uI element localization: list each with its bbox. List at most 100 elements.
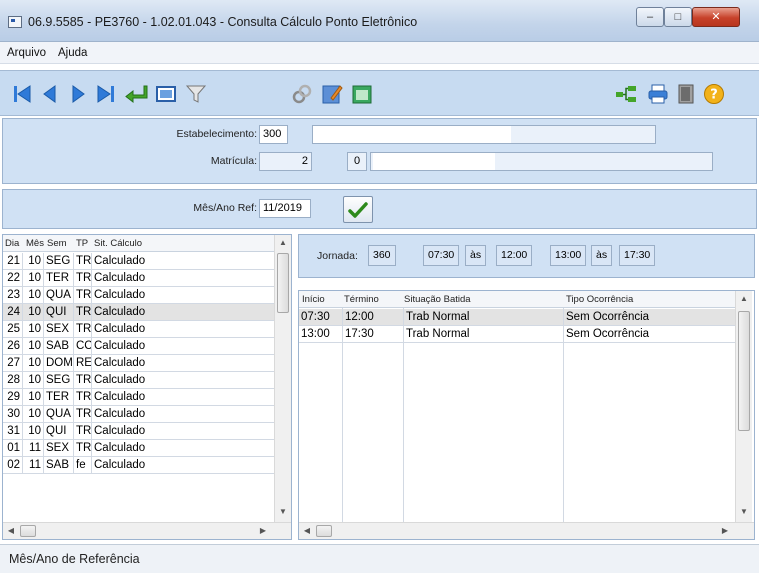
table-row[interactable]: 28 10 SEG TR Calculado xyxy=(3,372,275,389)
maximize-button[interactable]: □ xyxy=(664,7,692,27)
link-icon[interactable] xyxy=(288,80,316,108)
jornada-panel: Jornada: 360 07:30 às 12:00 13:00 às 17:… xyxy=(298,234,755,278)
days-grid-hscroll[interactable]: ◀ ▶ xyxy=(3,522,291,539)
table-cell: 01 xyxy=(3,440,23,456)
matricula-field[interactable]: 2 xyxy=(259,152,312,171)
mes-ano-label: Mês/Ano Ref: xyxy=(193,202,257,214)
col-inicio[interactable]: Início xyxy=(302,294,325,305)
table-cell: 10 xyxy=(23,321,44,337)
table-cell: 10 xyxy=(23,304,44,320)
reference-month-panel: Mês/Ano Ref: 11/2019 xyxy=(2,189,757,229)
col-situacao-batida[interactable]: Situação Batida xyxy=(404,294,471,305)
edit-icon[interactable] xyxy=(318,80,346,108)
table-cell: QUI xyxy=(44,304,74,320)
table-row[interactable]: 29 10 TER TR Calculado xyxy=(3,389,275,406)
table-row[interactable]: 22 10 TER TR Calculado xyxy=(3,270,275,287)
col-sit-calculo[interactable]: Sit. Cálculo xyxy=(94,238,142,249)
table-cell: 10 xyxy=(23,423,44,439)
scroll-down-icon[interactable]: ▼ xyxy=(736,504,752,520)
previous-record-icon[interactable] xyxy=(36,80,64,108)
table-cell: 10 xyxy=(23,355,44,371)
scroll-down-icon[interactable]: ▼ xyxy=(275,504,291,520)
table-row[interactable]: 23 10 QUA TR Calculado xyxy=(3,287,275,304)
close-button[interactable]: ✕ xyxy=(692,7,740,27)
punches-grid-vscroll[interactable]: ▲ ▼ xyxy=(735,291,752,522)
first-record-icon[interactable] xyxy=(8,80,36,108)
enter-icon[interactable] xyxy=(122,80,150,108)
table-cell: TR xyxy=(76,389,92,405)
svg-text:?: ? xyxy=(710,88,718,103)
scroll-up-icon[interactable]: ▲ xyxy=(275,235,291,251)
table-cell: 22 xyxy=(3,270,23,286)
filter-icon[interactable] xyxy=(182,80,210,108)
col-termino[interactable]: Término xyxy=(344,294,379,305)
table-row[interactable]: 26 10 SAB CC Calculado xyxy=(3,338,275,355)
days-grid-header: Dia Mês Sem TP Sit. Cálculo xyxy=(3,235,275,252)
table-cell: 11 xyxy=(23,457,44,473)
hscroll-thumb[interactable] xyxy=(316,525,332,537)
scroll-thumb[interactable] xyxy=(738,311,750,431)
table-row[interactable]: 07:30 12:00 Trab Normal Sem Ocorrência xyxy=(299,309,736,326)
scroll-thumb[interactable] xyxy=(277,253,289,313)
table-row[interactable]: 25 10 SEX TR Calculado xyxy=(3,321,275,338)
col-sem[interactable]: Sem xyxy=(47,238,67,249)
table-cell: 25 xyxy=(3,321,23,337)
table-cell: 10 xyxy=(23,287,44,303)
table-row[interactable]: 21 10 SEG TR Calculado xyxy=(3,253,275,270)
col-mes[interactable]: Mês xyxy=(26,238,44,249)
menu-bar: Arquivo Ajuda xyxy=(0,42,759,64)
jornada-start-1: 07:30 xyxy=(423,245,460,266)
table-cell: SEG xyxy=(44,253,74,269)
help-icon[interactable]: ? xyxy=(700,80,728,108)
mes-ano-field[interactable]: 11/2019 xyxy=(259,199,311,218)
scroll-right-icon[interactable]: ▶ xyxy=(255,523,271,539)
menu-ajuda[interactable]: Ajuda xyxy=(58,47,87,59)
table-cell: Calculado xyxy=(92,457,275,473)
confirm-button[interactable] xyxy=(343,196,373,223)
punches-grid: Início Término Situação Batida Tipo Ocor… xyxy=(298,290,755,540)
table-cell: Sem Ocorrência xyxy=(564,309,736,326)
jornada-code: 360 xyxy=(368,245,396,266)
table-cell: TR xyxy=(76,304,92,320)
punches-grid-hscroll[interactable]: ◀ ▶ xyxy=(299,522,754,539)
col-dia[interactable]: Dia xyxy=(5,238,19,249)
menu-arquivo[interactable]: Arquivo xyxy=(7,47,46,59)
table-cell: 07:30 xyxy=(299,309,343,326)
tree-icon[interactable] xyxy=(612,80,640,108)
table-row[interactable]: 30 10 QUA TR Calculado xyxy=(3,406,275,423)
punches-grid-header: Início Término Situação Batida Tipo Ocor… xyxy=(299,291,736,308)
jornada-label: Jornada: xyxy=(317,250,358,262)
minimize-button[interactable]: – xyxy=(636,7,664,27)
col-tp[interactable]: TP xyxy=(76,238,88,249)
preview-icon[interactable] xyxy=(152,80,180,108)
checkmark-icon xyxy=(348,201,368,218)
table-cell: Calculado xyxy=(92,389,275,405)
days-grid-vscroll[interactable]: ▲ ▼ xyxy=(274,235,291,522)
col-tipo-ocorrencia[interactable]: Tipo Ocorrência xyxy=(566,294,633,305)
table-row[interactable]: 27 10 DOM RE Calculado xyxy=(3,355,275,372)
exit-door-icon[interactable] xyxy=(672,80,700,108)
scroll-left-icon[interactable]: ◀ xyxy=(3,523,19,539)
table-row[interactable]: 31 10 QUI TR Calculado xyxy=(3,423,275,440)
next-record-icon[interactable] xyxy=(64,80,92,108)
estabelecimento-field[interactable]: 300 xyxy=(259,125,288,144)
hscroll-thumb[interactable] xyxy=(20,525,36,537)
scroll-up-icon[interactable]: ▲ xyxy=(736,291,752,307)
print-icon[interactable] xyxy=(644,80,672,108)
table-row[interactable]: 13:00 17:30 Trab Normal Sem Ocorrência xyxy=(299,326,736,343)
calendar-icon[interactable] xyxy=(348,80,376,108)
table-row[interactable]: 02 11 SAB fe Calculado xyxy=(3,457,275,474)
matricula-label: Matrícula: xyxy=(210,155,257,167)
table-cell: SEG xyxy=(44,372,74,388)
scroll-right-icon[interactable]: ▶ xyxy=(717,523,733,539)
table-cell: Trab Normal xyxy=(404,309,564,326)
table-cell: 10 xyxy=(23,253,44,269)
table-cell: TER xyxy=(44,389,74,405)
table-cell: TR xyxy=(76,270,92,286)
table-cell: 29 xyxy=(3,389,23,405)
scroll-left-icon[interactable]: ◀ xyxy=(299,523,315,539)
table-row[interactable]: 01 11 SEX TR Calculado xyxy=(3,440,275,457)
table-cell: Calculado xyxy=(92,270,275,286)
table-row[interactable]: 24 10 QUI TR Calculado xyxy=(3,304,275,321)
last-record-icon[interactable] xyxy=(92,80,120,108)
